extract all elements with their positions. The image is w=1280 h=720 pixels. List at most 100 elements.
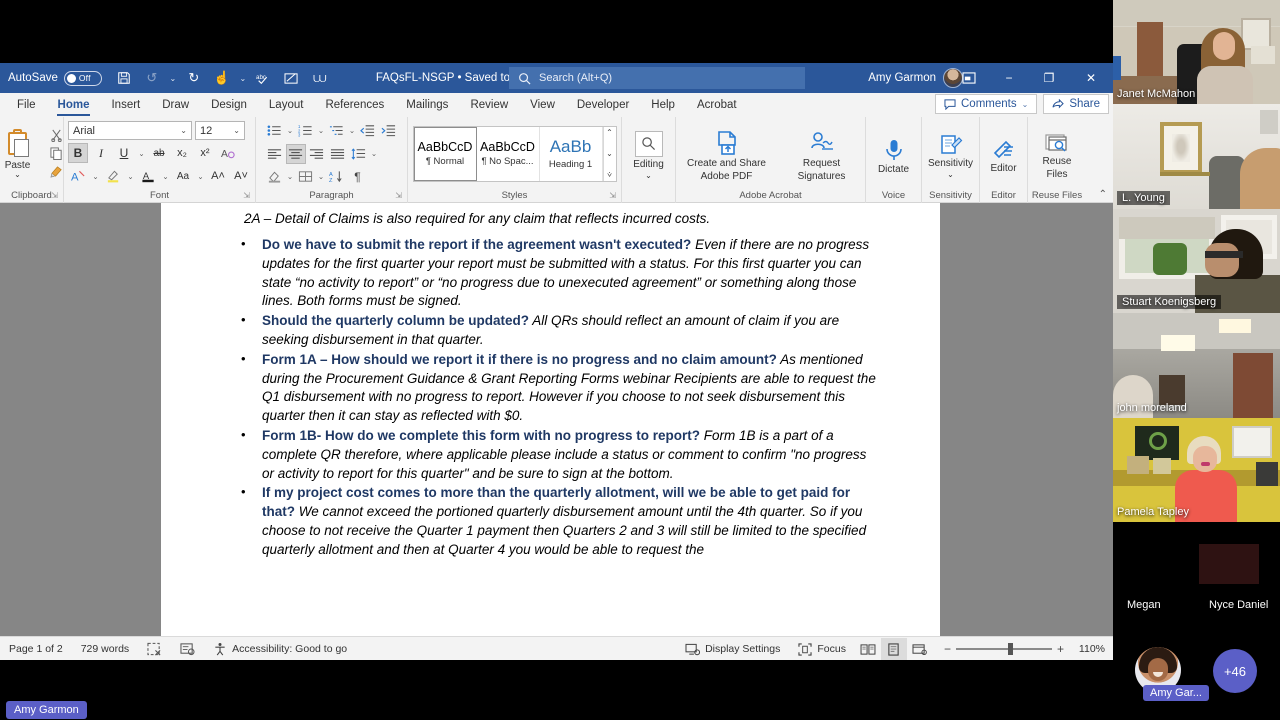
- strikethrough-button[interactable]: ab: [149, 143, 169, 163]
- font-size-combo[interactable]: 12 ⌄: [195, 121, 245, 140]
- save-icon[interactable]: [112, 66, 136, 90]
- text-effects-button[interactable]: A: [218, 143, 238, 163]
- editor-button[interactable]: Editor: [983, 137, 1025, 174]
- minimize-button[interactable]: −: [989, 63, 1029, 93]
- web-layout-icon[interactable]: [907, 638, 933, 660]
- change-case-dropdown-icon[interactable]: ⌄: [196, 172, 205, 181]
- italic-button[interactable]: I: [91, 143, 111, 163]
- align-right-button[interactable]: [307, 144, 327, 164]
- increase-indent-button[interactable]: [379, 121, 399, 141]
- font-name-combo[interactable]: Arial ⌄: [68, 121, 192, 140]
- font-color-button[interactable]: A: [138, 166, 158, 186]
- styles-more-icon[interactable]: ⩒: [604, 170, 616, 180]
- document-page[interactable]: 2A – Detail of Claims is also required f…: [161, 203, 940, 636]
- multilevel-dropdown-icon[interactable]: ⌄: [348, 126, 357, 135]
- font-size-dropdown-icon[interactable]: ⌄: [233, 126, 240, 135]
- sensitivity-dropdown-icon[interactable]: ⌄: [947, 170, 954, 178]
- bullets-button[interactable]: [265, 121, 285, 141]
- undo-icon[interactable]: ↺: [140, 66, 164, 90]
- paste-dropdown-icon[interactable]: ⌄: [14, 170, 21, 179]
- numbering-button[interactable]: 123: [296, 121, 316, 141]
- tab-help[interactable]: Help: [640, 93, 686, 117]
- align-center-button[interactable]: [285, 143, 306, 164]
- styles-scroll-controls[interactable]: ⌃ ⌄ ⩒: [602, 126, 616, 181]
- participant-tile-pamela-tapley[interactable]: Pamela Tapley: [1113, 418, 1280, 522]
- participant-tile-l-young[interactable]: L. Young: [1113, 104, 1280, 209]
- decrease-indent-button[interactable]: [358, 121, 378, 141]
- style-normal[interactable]: AaBbCcD ¶ Normal: [413, 126, 477, 181]
- zoom-level[interactable]: 110%: [1075, 643, 1109, 655]
- clear-formatting-button[interactable]: A: [68, 166, 88, 186]
- collapse-ribbon-icon[interactable]: ⌃: [1099, 189, 1107, 200]
- bold-button[interactable]: B: [68, 143, 88, 163]
- tab-insert[interactable]: Insert: [100, 93, 151, 117]
- zoom-out-button[interactable]: −: [939, 642, 956, 656]
- tab-draw[interactable]: Draw: [151, 93, 200, 117]
- style-no-spacing[interactable]: AaBbCcD ¶ No Spac...: [477, 126, 540, 181]
- line-spacing-dropdown-icon[interactable]: ⌄: [370, 149, 379, 158]
- spelling-check-icon[interactable]: abc: [252, 66, 276, 90]
- show-formatting-marks-button[interactable]: ¶: [348, 167, 368, 187]
- style-heading-1[interactable]: AaBb Heading 1: [540, 126, 603, 181]
- superscript-button[interactable]: x²: [195, 143, 215, 163]
- bullets-dropdown-icon[interactable]: ⌄: [286, 126, 295, 135]
- participant-tile-stuart-koenigsberg[interactable]: Stuart Koenigsberg: [1113, 209, 1280, 313]
- tab-acrobat[interactable]: Acrobat: [686, 93, 748, 117]
- tab-layout[interactable]: Layout: [258, 93, 315, 117]
- font-name-dropdown-icon[interactable]: ⌄: [180, 126, 187, 135]
- tab-home[interactable]: Home: [47, 93, 101, 117]
- sort-button[interactable]: AZ: [327, 167, 347, 187]
- request-signatures-button[interactable]: Request Signatures: [783, 128, 861, 182]
- zoom-slider[interactable]: − +: [939, 642, 1069, 656]
- text-highlight-color-button[interactable]: [103, 166, 123, 186]
- borders-button[interactable]: [296, 167, 316, 187]
- customize-quick-access-toolbar-icon[interactable]: ⩊: [308, 66, 332, 90]
- clipboard-dialog-launcher-icon[interactable]: ⇲: [51, 191, 58, 200]
- grow-font-button[interactable]: A˄: [208, 166, 228, 186]
- underline-button[interactable]: U: [114, 143, 134, 163]
- participant-tile-group-dark[interactable]: Megan Nyce Daniel: [1113, 522, 1280, 627]
- shading-button[interactable]: [265, 167, 285, 187]
- tab-view[interactable]: View: [519, 93, 566, 117]
- borders-dropdown-icon[interactable]: ⌄: [317, 172, 326, 181]
- zoom-thumb[interactable]: [1007, 643, 1013, 655]
- print-layout-icon[interactable]: [880, 638, 907, 660]
- read-mode-icon[interactable]: [855, 638, 881, 660]
- styles-dialog-launcher-icon[interactable]: ⇲: [609, 191, 616, 200]
- autosave-switch[interactable]: Off: [63, 70, 102, 86]
- highlight-dropdown-icon[interactable]: ⌄: [126, 172, 135, 181]
- sensitivity-button[interactable]: Sensitivity ⌄: [926, 132, 976, 178]
- styles-scroll-up-icon[interactable]: ⌃: [604, 128, 616, 137]
- language-icon[interactable]: [171, 637, 204, 661]
- create-and-share-adobe-pdf-button[interactable]: Create and Share Adobe PDF: [681, 128, 773, 182]
- editing-button[interactable]: Editing ⌄: [626, 129, 672, 179]
- change-case-button[interactable]: Aa: [173, 166, 193, 186]
- spelling-errors-icon[interactable]: [138, 637, 171, 661]
- overflow-participants-bubble[interactable]: +46: [1213, 649, 1257, 693]
- share-button[interactable]: Share: [1043, 94, 1109, 114]
- font-dialog-launcher-icon[interactable]: ⇲: [243, 191, 250, 200]
- comments-dropdown-icon[interactable]: ⌄: [1022, 100, 1029, 109]
- focus-button[interactable]: Focus: [789, 637, 855, 661]
- subscript-button[interactable]: x₂: [172, 143, 192, 163]
- undo-dropdown-icon[interactable]: ⌄: [168, 74, 178, 83]
- tab-review[interactable]: Review: [459, 93, 519, 117]
- numbering-dropdown-icon[interactable]: ⌄: [317, 126, 326, 135]
- align-left-button[interactable]: [265, 144, 285, 164]
- ribbon-display-options-icon[interactable]: [949, 63, 989, 93]
- close-button[interactable]: ✕: [1069, 63, 1113, 93]
- track-changes-icon[interactable]: [280, 66, 304, 90]
- participant-tile-janet-mcmahon[interactable]: Janet McMahon: [1113, 0, 1280, 104]
- styles-gallery[interactable]: AaBbCcD ¶ Normal AaBbCcD ¶ No Spac... Aa…: [412, 125, 617, 182]
- participant-tile-john-moreland[interactable]: john moreland: [1113, 313, 1280, 418]
- justify-button[interactable]: [328, 144, 348, 164]
- restore-button[interactable]: ❐: [1029, 63, 1069, 93]
- touch-mode-icon[interactable]: ☝: [210, 66, 234, 90]
- multilevel-list-button[interactable]: [327, 121, 347, 141]
- redo-icon[interactable]: ↻: [182, 66, 206, 90]
- tab-mailings[interactable]: Mailings: [395, 93, 459, 117]
- shading-dropdown-icon[interactable]: ⌄: [286, 172, 295, 181]
- line-spacing-button[interactable]: [349, 144, 369, 164]
- comments-button[interactable]: Comments ⌄: [935, 94, 1038, 114]
- underline-dropdown-icon[interactable]: ⌄: [137, 149, 146, 158]
